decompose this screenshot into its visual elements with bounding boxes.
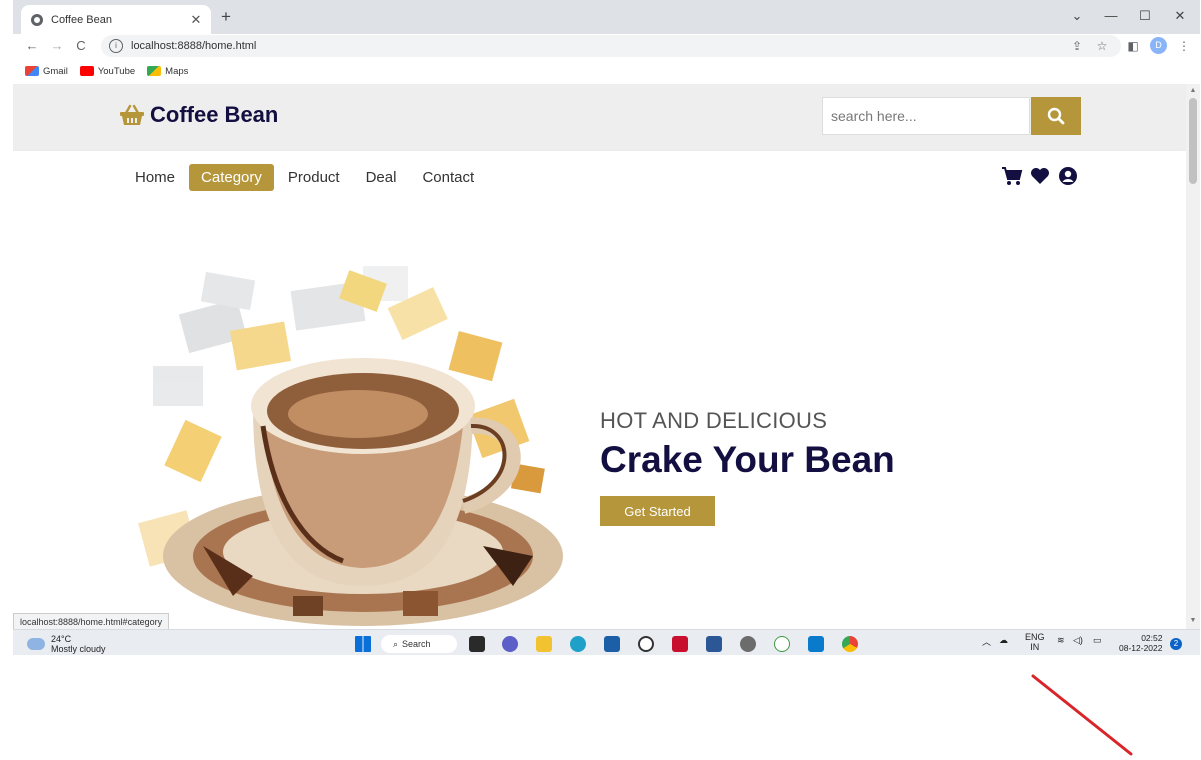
clock-time: 02:52: [1141, 633, 1163, 643]
youtube-icon: [79, 66, 94, 76]
nav-contact[interactable]: Contact: [410, 164, 486, 191]
weather-condition: Mostly cloudy: [51, 644, 106, 654]
mongodb-icon[interactable]: [774, 636, 790, 652]
annotation-arrow: [1031, 674, 1133, 756]
header-icons: [1001, 166, 1085, 186]
maximize-button[interactable]: ☐: [1133, 6, 1157, 26]
bookmark-label: Maps: [165, 65, 189, 77]
cart-icon[interactable]: [1001, 166, 1023, 186]
back-icon[interactable]: ←: [23, 36, 41, 56]
bookmark-label: YouTube: [97, 65, 136, 77]
taskbar-search-label: Search: [402, 639, 431, 649]
battery-icon[interactable]: ▭: [1093, 635, 1102, 646]
teams-chat-icon[interactable]: [502, 636, 518, 652]
cloud-icon: [27, 638, 45, 650]
bookmark-maps[interactable]: Maps: [147, 66, 188, 77]
user-icon[interactable]: [1057, 166, 1079, 186]
dell-icon[interactable]: [638, 636, 654, 652]
browser-tab[interactable]: Coffee Bean ✕: [21, 5, 211, 34]
close-tab-icon[interactable]: ✕: [187, 12, 205, 28]
scrollbar-thumb[interactable]: [1189, 98, 1197, 184]
tray-chevron-icon[interactable]: ︿: [982, 635, 991, 648]
info-icon[interactable]: i: [109, 39, 123, 53]
bookmark-gmail[interactable]: Gmail: [25, 66, 68, 77]
basket-icon: [120, 104, 144, 125]
taskbar: 24°C Mostly cloudy ⌕ Search ︿ ☁ ENG IN ≋…: [13, 629, 1200, 655]
menu-icon[interactable]: ⋮: [1175, 37, 1193, 55]
temperature: 24°C: [51, 634, 72, 644]
tab-title: Coffee Bean: [51, 13, 112, 26]
hero-title: Crake Your Bean: [600, 439, 895, 480]
bookmark-star-icon[interactable]: ☆: [1093, 37, 1111, 55]
taskbar-clock[interactable]: 02:52 08-12-2022: [1119, 633, 1162, 653]
site-logo[interactable]: Coffee Bean: [119, 102, 278, 128]
page-scrollbar[interactable]: ▲ ▼: [1186, 84, 1200, 629]
search-icon: ⌕: [393, 638, 399, 649]
get-started-button[interactable]: Get Started: [600, 496, 715, 526]
reload-icon[interactable]: C: [72, 36, 90, 56]
gmail-icon: [25, 66, 39, 76]
language-indicator[interactable]: ENG IN: [1025, 632, 1045, 652]
side-panel-icon[interactable]: ◧: [1124, 37, 1142, 55]
hero-section: HOT AND DELICIOUS Crake Your Bean Get St…: [13, 203, 1186, 629]
coffee-cup-image: [138, 266, 563, 626]
language-code: ENG: [1025, 632, 1045, 642]
scroll-down-icon[interactable]: ▼: [1189, 617, 1197, 625]
nav-product[interactable]: Product: [276, 164, 352, 191]
wifi-icon[interactable]: ≋: [1057, 635, 1065, 646]
new-tab-button[interactable]: +: [216, 7, 236, 27]
search-button[interactable]: [1031, 97, 1081, 135]
address-bar[interactable]: i localhost:8888/home.html: [101, 35, 1121, 57]
bookmark-label: Gmail: [43, 65, 68, 77]
search-input[interactable]: [822, 97, 1030, 135]
bookmark-youtube[interactable]: YouTube: [79, 65, 136, 77]
web-page: Coffee Bean Home Category Product Deal C…: [13, 84, 1186, 629]
nav-deal[interactable]: Deal: [354, 164, 409, 191]
weather-widget[interactable]: 24°C Mostly cloudy: [27, 634, 106, 654]
volume-icon[interactable]: ◁): [1073, 635, 1083, 646]
tab-strip: Coffee Bean ✕ + ⌄ — ☐ ✕: [13, 0, 1200, 34]
tab-search-icon[interactable]: ⌄: [1065, 6, 1089, 26]
edge-icon[interactable]: [570, 636, 586, 652]
clock-date: 08-12-2022: [1119, 643, 1163, 653]
taskbar-search[interactable]: ⌕ Search: [381, 635, 457, 653]
scroll-up-icon[interactable]: ▲: [1189, 87, 1197, 95]
minimize-button[interactable]: —: [1099, 6, 1123, 26]
globe-icon: [31, 13, 43, 26]
search-icon: [1047, 107, 1065, 125]
settings-gear-icon[interactable]: [740, 636, 756, 652]
site-header: Coffee Bean: [13, 84, 1186, 151]
logo-text: Coffee Bean: [150, 102, 279, 127]
main-nav: Home Category Product Deal Contact: [123, 164, 488, 191]
url-text: localhost:8888/home.html: [131, 40, 257, 52]
forward-icon[interactable]: →: [48, 36, 66, 56]
hero-subtitle: HOT AND DELICIOUS: [600, 408, 828, 433]
language-region: IN: [1030, 642, 1040, 652]
close-window-button[interactable]: ✕: [1168, 6, 1192, 26]
onedrive-icon[interactable]: ☁: [999, 635, 1008, 646]
windows-start-icon[interactable]: [355, 636, 371, 652]
nav-home[interactable]: Home: [123, 164, 187, 191]
store-icon[interactable]: [604, 636, 620, 652]
profile-avatar[interactable]: D: [1150, 37, 1167, 54]
bookmarks-bar: Gmail YouTube Maps: [13, 58, 1200, 84]
share-icon[interactable]: ⇪: [1068, 37, 1086, 55]
chrome-icon[interactable]: [842, 636, 858, 652]
vscode-icon[interactable]: [808, 636, 824, 652]
screen: Coffee Bean ✕ + ⌄ — ☐ ✕ ← → C i localhos…: [13, 0, 1200, 655]
word-icon[interactable]: [706, 636, 722, 652]
file-explorer-icon[interactable]: [536, 636, 552, 652]
task-view-icon[interactable]: [469, 636, 485, 652]
notification-badge[interactable]: 2: [1170, 638, 1182, 650]
nav-category[interactable]: Category: [189, 164, 274, 191]
maps-icon: [147, 66, 162, 76]
browser-toolbar: ← → C i localhost:8888/home.html ⇪ ☆ ◧ D…: [13, 34, 1200, 58]
mcafee-icon[interactable]: [672, 636, 688, 652]
heart-icon[interactable]: [1029, 166, 1051, 186]
nav-bar: Home Category Product Deal Contact: [13, 151, 1186, 203]
